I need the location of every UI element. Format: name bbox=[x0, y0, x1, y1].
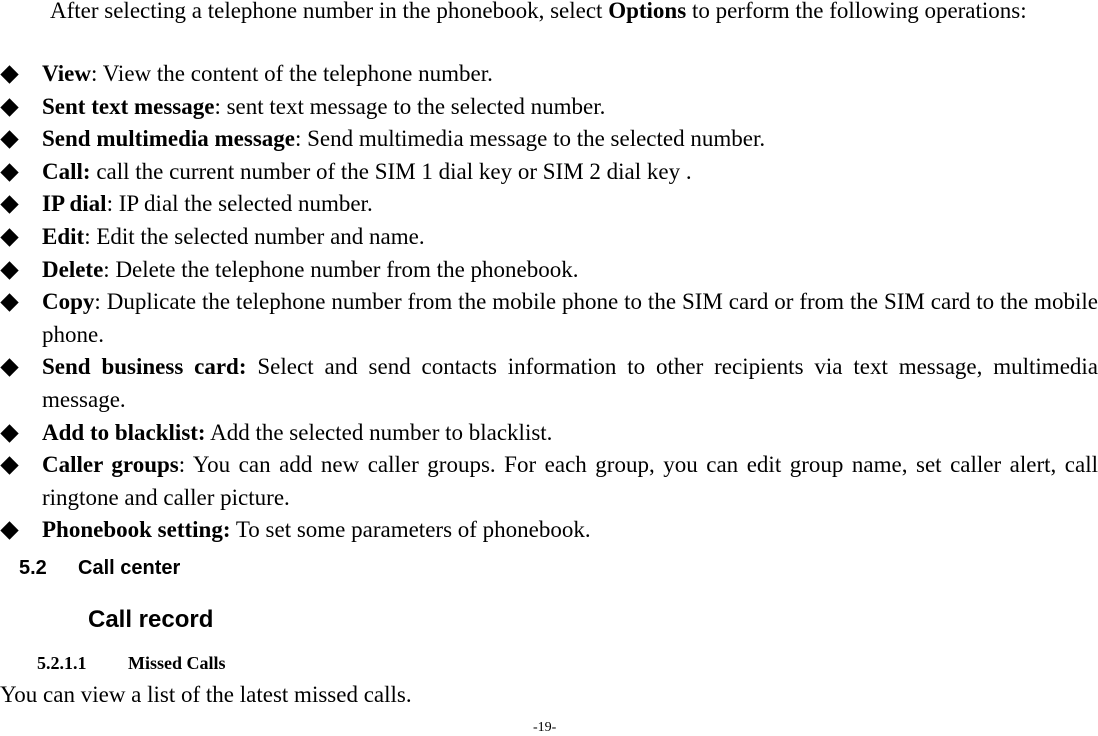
diamond-bullet-icon bbox=[0, 130, 19, 149]
item-term: Add to blacklist: bbox=[42, 419, 206, 445]
diamond-bullet-icon bbox=[0, 163, 19, 182]
item-desc: To set some parameters of phonebook. bbox=[235, 517, 591, 543]
item-term: Sent text message bbox=[42, 93, 215, 119]
subsubsection-heading: 5.2.1.1 Missed Calls bbox=[37, 653, 226, 674]
subsubsection-title: Missed Calls bbox=[128, 653, 226, 673]
item-desc: Add the selected number to blacklist. bbox=[210, 419, 553, 445]
item-desc: sent text message to the selected number… bbox=[226, 93, 606, 119]
diamond-bullet-icon bbox=[0, 260, 19, 280]
item-desc: Duplicate the telephone number from the … bbox=[42, 289, 1098, 347]
diamond-bullet-icon bbox=[0, 293, 19, 312]
diamond-bullet-icon bbox=[0, 228, 19, 247]
list-item: Copy: Duplicate the telephone number fro… bbox=[0, 286, 1098, 351]
item-desc: Delete the telephone number from the pho… bbox=[115, 256, 579, 282]
diamond-bullet-icon bbox=[0, 195, 19, 215]
diamond-bullet-icon bbox=[0, 65, 19, 84]
diamond-bullet-icon bbox=[0, 97, 19, 117]
item-term: Call: bbox=[42, 158, 91, 184]
list-item: Phonebook setting: To set some parameter… bbox=[0, 514, 1098, 547]
diamond-bullet-icon bbox=[0, 423, 19, 443]
list-item: IP dial: IP dial the selected number. bbox=[0, 188, 1098, 221]
intro-rest: to perform the following operations: bbox=[686, 0, 1027, 23]
list-item: Sent text message: sent text message to … bbox=[0, 91, 1098, 124]
item-term: View bbox=[42, 61, 91, 86]
item-desc: View the content of the telephone number… bbox=[102, 61, 493, 86]
item-term: Send multimedia message bbox=[42, 126, 295, 152]
list-item: Send business card: Select and send cont… bbox=[0, 351, 1098, 416]
item-term: Delete bbox=[42, 256, 104, 282]
item-term: IP dial bbox=[42, 191, 107, 217]
subsection-heading: Call record bbox=[88, 606, 214, 633]
item-desc: You can add new caller groups. For each … bbox=[42, 452, 1098, 510]
list-item: View: View the content of the telephone … bbox=[0, 58, 1098, 91]
subsubsection-number: 5.2.1.1 bbox=[37, 653, 87, 673]
page-number: -19- bbox=[533, 720, 557, 735]
options-list: View: View the content of the telephone … bbox=[0, 58, 1098, 547]
item-term: Phonebook setting: bbox=[42, 517, 231, 543]
section-title: Call center bbox=[78, 557, 181, 579]
item-term: Edit bbox=[42, 223, 85, 249]
body-paragraph: You can view a list of the latest missed… bbox=[0, 682, 412, 707]
diamond-bullet-icon bbox=[0, 358, 19, 378]
intro-text: After selecting a telephone number in th… bbox=[50, 0, 609, 23]
section-number: 5.2 bbox=[19, 557, 47, 579]
item-desc: call the current number of the SIM 1 dia… bbox=[96, 158, 692, 184]
item-term: Send business card: bbox=[42, 354, 247, 380]
item-term: Copy bbox=[42, 289, 95, 315]
intro-paragraph: After selecting a telephone number in th… bbox=[0, 0, 1098, 27]
list-item: Send multimedia message: Send multimedia… bbox=[0, 123, 1098, 156]
list-item: Delete: Delete the telephone number from… bbox=[0, 254, 1098, 287]
diamond-bullet-icon bbox=[0, 456, 19, 475]
item-desc: Send multimedia message to the selected … bbox=[307, 126, 766, 152]
options-keyword: Options bbox=[608, 0, 687, 23]
list-item: Edit: Edit the selected number and name. bbox=[0, 221, 1098, 254]
diamond-bullet-icon bbox=[0, 521, 19, 541]
item-desc: Edit the selected number and name. bbox=[96, 223, 425, 249]
list-item: Call: call the current number of the SIM… bbox=[0, 156, 1098, 189]
item-desc: IP dial the selected number. bbox=[118, 191, 373, 217]
list-item: Add to blacklist: Add the selected numbe… bbox=[0, 417, 1098, 450]
item-term: Caller groups bbox=[42, 452, 179, 478]
list-item: Caller groups: You can add new caller gr… bbox=[0, 449, 1098, 514]
section-heading: 5.2 Call center bbox=[19, 557, 180, 580]
